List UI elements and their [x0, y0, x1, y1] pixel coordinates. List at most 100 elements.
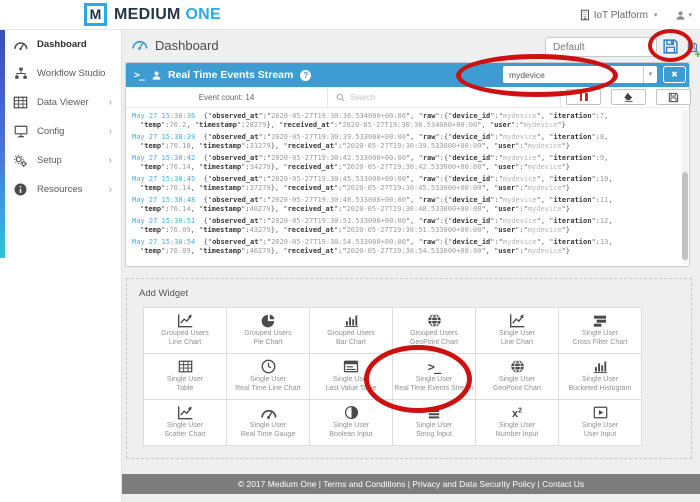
pie-chart-icon	[227, 312, 309, 329]
sidebar-item-data-viewer[interactable]: Data Viewer›	[0, 88, 121, 117]
pause-icon	[580, 93, 583, 101]
widget-option-single-user-table[interactable]: Single UserTable	[144, 354, 227, 400]
footer-link-privacy-and-data-security-policy[interactable]: Privacy and Data Security Policy	[412, 479, 535, 489]
monitor-icon	[13, 125, 28, 138]
log-entry: May 27 15:30:45 {"observed_at":"2020-05-…	[132, 175, 680, 193]
widget-option-line2: Real Time Gauge	[227, 430, 309, 439]
sidebar-item-config[interactable]: Config›	[0, 117, 121, 146]
widget-option-line2: String Input	[393, 430, 475, 439]
widget-option-line1: Single User	[476, 329, 558, 338]
event-log[interactable]: May 27 15:30:36 {"observed_at":"2020-05-…	[126, 109, 680, 264]
widget-option-single-user-scatter-chart[interactable]: Single UserScatter Chart	[144, 400, 227, 446]
widget-option-single-user-real-time-gauge[interactable]: Single UserReal Time Gauge	[227, 400, 310, 446]
widget-option-line2: User Input	[559, 430, 641, 439]
dashboard-header: Dashboard +	[122, 30, 700, 61]
add-widget-panel: Add Widget Grouped UsersLine ChartGroupe…	[126, 278, 692, 459]
close-widget-button[interactable]: ✖	[663, 66, 686, 83]
eraser-icon	[623, 92, 634, 102]
widget-option-line1: Single User	[144, 421, 226, 430]
save-dashboard-button[interactable]	[662, 38, 679, 55]
widget-option-single-user-real-time-line-chart[interactable]: Single UserReal Time Line Chart	[227, 354, 310, 400]
boolean-icon	[310, 404, 392, 421]
top-header: M MEDIUM ONE IoT Platform ▾ ▾	[0, 0, 700, 30]
widget-title: Real Time Events Stream	[168, 69, 293, 81]
sidebar-item-setup[interactable]: Setup›	[0, 146, 121, 175]
widget-grid: Grouped UsersLine ChartGrouped UsersPie …	[143, 307, 642, 446]
widget-option-grouped-users-line-chart[interactable]: Grouped UsersLine Chart	[144, 308, 227, 354]
log-entry: May 27 15:30:51 {"observed_at":"2020-05-…	[132, 217, 680, 235]
widget-option-single-user-user-input[interactable]: Single UserUser Input	[559, 400, 642, 446]
export-icon	[668, 92, 679, 103]
building-icon	[580, 9, 590, 21]
chevron-down-icon[interactable]: ▾	[654, 11, 658, 19]
device-filter-input[interactable]	[503, 66, 643, 83]
platform-menu[interactable]: IoT Platform	[594, 10, 648, 21]
brand-text: MEDIUM ONE	[114, 6, 221, 24]
sidebar-item-workflow-studio[interactable]: Workflow Studio	[0, 59, 121, 88]
sidebar-item-resources[interactable]: Resources›	[0, 175, 121, 204]
workflow-icon	[13, 67, 28, 80]
terminal-icon: >_	[134, 70, 144, 81]
widget-option-single-user-real-time-events-stream[interactable]: >_Single UserReal Time Events Stream	[393, 354, 476, 400]
widget-option-line1: Single User	[393, 375, 475, 384]
widget-option-line2: GeoPoint Chart	[476, 384, 558, 393]
log-entry: May 27 15:30:54 {"observed_at":"2020-05-…	[132, 238, 680, 256]
widget-option-single-user-cross-filter-chart[interactable]: Single UserCross Filter Chart	[559, 308, 642, 354]
help-icon[interactable]: ?	[300, 70, 311, 81]
widget-option-line2: Line Chart	[476, 338, 558, 347]
widget-option-line2: Boolean Input	[310, 430, 392, 439]
widget-option-grouped-users-pie-chart[interactable]: Grouped UsersPie Chart	[227, 308, 310, 354]
widget-option-line1: Grouped Users	[310, 329, 392, 338]
medium-one-logo[interactable]: M MEDIUM ONE	[84, 3, 221, 26]
widget-option-single-user-bucketed-histogram[interactable]: Single UserBucketed Histogram	[559, 354, 642, 400]
stream-search-input[interactable]	[350, 93, 560, 102]
sidebar-item-dashboard[interactable]: Dashboard	[0, 30, 121, 59]
scrollbar-thumb[interactable]	[682, 172, 688, 260]
sidebar-item-label: Dashboard	[37, 39, 87, 50]
device-filter: ▾	[503, 66, 657, 83]
footer-link-contact-us[interactable]: Contact Us	[542, 479, 584, 489]
plus-icon: +	[695, 49, 700, 61]
gears-icon	[13, 154, 28, 167]
line-chart-icon	[144, 312, 226, 329]
widget-option-line2: Line Chart	[144, 338, 226, 347]
log-scrollbar[interactable]	[682, 109, 688, 264]
histogram-icon	[559, 358, 641, 375]
user-avatar-icon[interactable]	[675, 10, 686, 21]
widget-option-line1: Grouped Users	[393, 329, 475, 338]
widget-option-single-user-number-input[interactable]: x2Single UserNumber Input	[476, 400, 559, 446]
chevron-down-icon[interactable]: ▾	[688, 11, 692, 19]
widget-option-single-user-line-chart[interactable]: Single UserLine Chart	[476, 308, 559, 354]
brand-medium: MEDIUM	[114, 6, 181, 23]
pause-stream-button[interactable]	[566, 89, 601, 105]
real-time-events-widget: >_ Real Time Events Stream ? ▾ ✖ Event c…	[125, 62, 690, 267]
widget-option-line1: Single User	[559, 375, 641, 384]
save-as-new-dashboard-button[interactable]: +	[687, 39, 698, 57]
last-value-icon	[310, 358, 392, 375]
widget-option-single-user-boolean-input[interactable]: Single UserBoolean Input	[310, 400, 393, 446]
main-content: Dashboard + >_ Real Time Events Stream ?…	[122, 30, 700, 502]
widget-option-line1: Single User	[310, 421, 392, 430]
widget-option-grouped-users-bar-chart[interactable]: Grouped UsersBar Chart	[310, 308, 393, 354]
clear-stream-button[interactable]	[611, 89, 646, 105]
sidebar-item-label: Workflow Studio	[37, 68, 105, 79]
table-icon	[144, 358, 226, 375]
user-input-icon	[559, 404, 641, 421]
widget-option-line1: Single User	[559, 421, 641, 430]
widget-option-single-user-string-input[interactable]: Single UserString Input	[393, 400, 476, 446]
event-count: Event count: 14	[126, 87, 328, 108]
chevron-down-icon[interactable]: ▾	[643, 66, 657, 83]
widget-option-single-user-last-value-table[interactable]: Single UserLast Value Table	[310, 354, 393, 400]
footer-link-terms-and-conditions[interactable]: Terms and Conditions	[323, 479, 405, 489]
dashboard-profile-input[interactable]	[545, 37, 657, 57]
widget-option-grouped-users-geopoint-chart[interactable]: Grouped UsersGeoPoint Chart	[393, 308, 476, 354]
geopoint-icon	[393, 312, 475, 329]
sidebar-nav: Dashboard Workflow Studio Data Viewer›Conf…	[0, 30, 121, 204]
sidebar: Dashboard Workflow Studio Data Viewer›Conf…	[0, 30, 122, 502]
copyright-text: © 2017 Medium One	[238, 479, 317, 489]
logo-m-icon: M	[84, 3, 107, 26]
export-stream-button[interactable]	[656, 89, 691, 105]
widget-option-single-user-geopoint-chart[interactable]: Single UserGeoPoint Chart	[476, 354, 559, 400]
bar-chart-icon	[310, 312, 392, 329]
footer: © 2017 Medium One | Terms and Conditions…	[122, 474, 700, 494]
